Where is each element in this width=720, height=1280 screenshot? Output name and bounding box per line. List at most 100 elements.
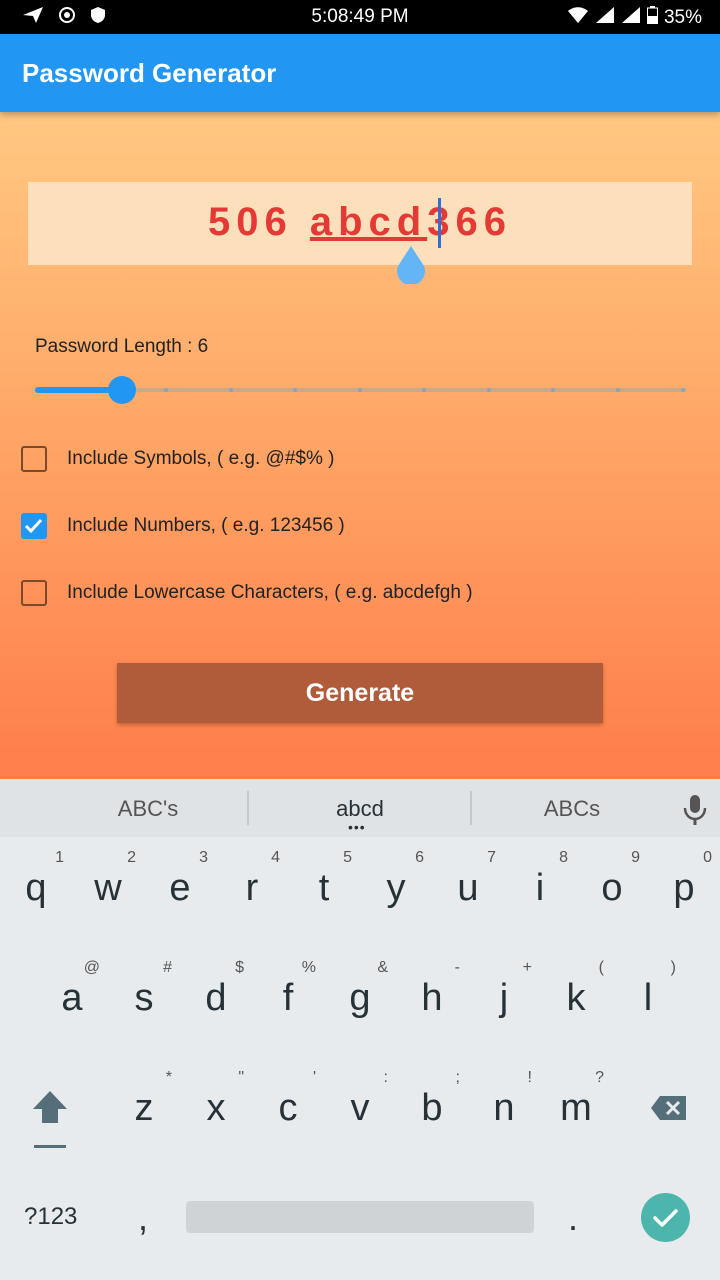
- key-hint: 0: [703, 849, 712, 866]
- key-i[interactable]: 8i: [504, 837, 576, 937]
- key-w[interactable]: 2w: [72, 837, 144, 937]
- key-a[interactable]: @ a: [36, 947, 108, 1047]
- key-g[interactable]: & g: [324, 947, 396, 1047]
- slider-thumb[interactable]: [108, 376, 137, 404]
- microphone-icon[interactable]: [682, 793, 708, 827]
- key-hint: 5: [343, 849, 352, 866]
- key-label: r: [245, 867, 259, 909]
- key-label: w: [94, 867, 122, 909]
- key-s[interactable]: # s: [108, 947, 180, 1047]
- key-hint: (: [598, 959, 604, 976]
- lowercase-label: Include Lowercase Characters, ( e.g. abc…: [67, 582, 473, 603]
- lowercase-checkbox[interactable]: [21, 580, 47, 606]
- key-l[interactable]: ) l: [612, 947, 684, 1047]
- key-hint: :: [383, 1069, 388, 1086]
- key-z[interactable]: * z: [108, 1057, 180, 1157]
- key-label: p: [673, 867, 695, 909]
- password-length-label: Password Length : 6: [35, 336, 209, 357]
- key-y[interactable]: 6y: [360, 837, 432, 937]
- text-cursor: [438, 198, 441, 248]
- key-label: q: [25, 867, 47, 909]
- key-hint: *: [165, 1069, 172, 1086]
- key-label: x: [206, 1087, 226, 1129]
- wifi-icon: [567, 6, 589, 30]
- option-numbers[interactable]: Include Numbers, ( e.g. 123456 ): [21, 513, 345, 539]
- key-hint: 6: [415, 849, 424, 866]
- key-f[interactable]: % f: [252, 947, 324, 1047]
- key-label: m: [560, 1087, 592, 1129]
- key-label: k: [566, 977, 586, 1019]
- space-bar[interactable]: [186, 1201, 534, 1233]
- period-key[interactable]: .: [568, 1197, 578, 1239]
- key-label: o: [601, 867, 623, 909]
- key-label: c: [278, 1087, 298, 1129]
- key-v[interactable]: :v: [324, 1057, 396, 1157]
- key-label: u: [457, 867, 479, 909]
- key-hint: ): [670, 959, 676, 976]
- key-hint: !: [527, 1069, 532, 1086]
- app-bar: Password Generator: [0, 34, 720, 112]
- key-n[interactable]: ! n: [468, 1057, 540, 1157]
- suggestion-left[interactable]: ABC's: [48, 796, 248, 822]
- more-suggestions-icon[interactable]: •••: [348, 819, 366, 835]
- password-part-numbers-start: 506: [208, 200, 293, 244]
- key-hint: ': [312, 1069, 316, 1086]
- key-c[interactable]: ' c: [252, 1057, 324, 1157]
- key-label: v: [350, 1087, 370, 1129]
- key-hint: 3: [199, 849, 208, 866]
- key-q[interactable]: 1q: [0, 837, 72, 937]
- key-hint: @: [83, 959, 100, 976]
- enter-key[interactable]: [641, 1193, 690, 1242]
- suggestion-right[interactable]: ABCs: [472, 796, 672, 822]
- key-hint: +: [522, 959, 532, 976]
- key-hint: #: [163, 959, 172, 976]
- key-j[interactable]: + j: [468, 947, 540, 1047]
- cursor-handle-icon[interactable]: [396, 246, 426, 286]
- key-x[interactable]: " x: [180, 1057, 252, 1157]
- shift-key[interactable]: [30, 1089, 70, 1156]
- symbols-key[interactable]: ?123: [24, 1203, 77, 1231]
- key-k[interactable]: (k: [540, 947, 612, 1047]
- symbols-checkbox[interactable]: [21, 446, 47, 472]
- option-lowercase[interactable]: Include Lowercase Characters, ( e.g. abc…: [21, 580, 473, 606]
- key-hint: 8: [559, 849, 568, 866]
- password-text[interactable]: 506 abcd366: [28, 200, 692, 245]
- generate-button[interactable]: Generate: [117, 663, 603, 723]
- slider-tick: [680, 388, 685, 392]
- key-u[interactable]: 7u: [432, 837, 504, 937]
- numbers-checkbox[interactable]: [21, 513, 47, 539]
- comma-key[interactable]: ,: [138, 1197, 148, 1239]
- key-d[interactable]: $ d: [180, 947, 252, 1047]
- slider-tick: [228, 388, 233, 392]
- checkmark-icon: [653, 1209, 678, 1227]
- key-hint: %: [301, 959, 316, 976]
- key-hint: ?: [595, 1069, 604, 1086]
- backspace-key[interactable]: [650, 1095, 688, 1126]
- option-symbols[interactable]: Include Symbols, ( e.g. @#$% ): [21, 446, 334, 472]
- checkmark-icon: [24, 518, 43, 534]
- key-r[interactable]: 4r: [216, 837, 288, 937]
- battery-percent: 35%: [663, 7, 702, 28]
- key-hint: 2: [127, 849, 136, 866]
- key-label: a: [61, 977, 83, 1019]
- key-label: t: [318, 867, 330, 909]
- key-t[interactable]: 5t: [288, 837, 360, 937]
- key-p[interactable]: 0p: [648, 837, 720, 937]
- key-label: s: [134, 977, 154, 1019]
- key-hint: 1: [55, 849, 64, 866]
- password-part-letters: abcd: [309, 200, 428, 244]
- soft-keyboard: ABC's abcd ••• ABCs 1q2w3e4r5t6y7u8i9o0p…: [0, 779, 720, 1280]
- key-label: l: [643, 977, 653, 1019]
- suggestion-divider: [247, 791, 249, 825]
- password-length-slider[interactable]: [35, 374, 687, 406]
- key-hint: 9: [631, 849, 640, 866]
- key-h[interactable]: -h: [396, 947, 468, 1047]
- key-o[interactable]: 9o: [576, 837, 648, 937]
- key-label: g: [349, 977, 371, 1019]
- password-field[interactable]: 506 abcd366: [28, 182, 692, 265]
- key-b[interactable]: ; b: [396, 1057, 468, 1157]
- key-e[interactable]: 3e: [144, 837, 216, 937]
- main-content: 506 abcd366 Password Length : 6 Include …: [0, 112, 720, 779]
- key-m[interactable]: ? m: [540, 1057, 612, 1157]
- key-label: j: [499, 977, 509, 1019]
